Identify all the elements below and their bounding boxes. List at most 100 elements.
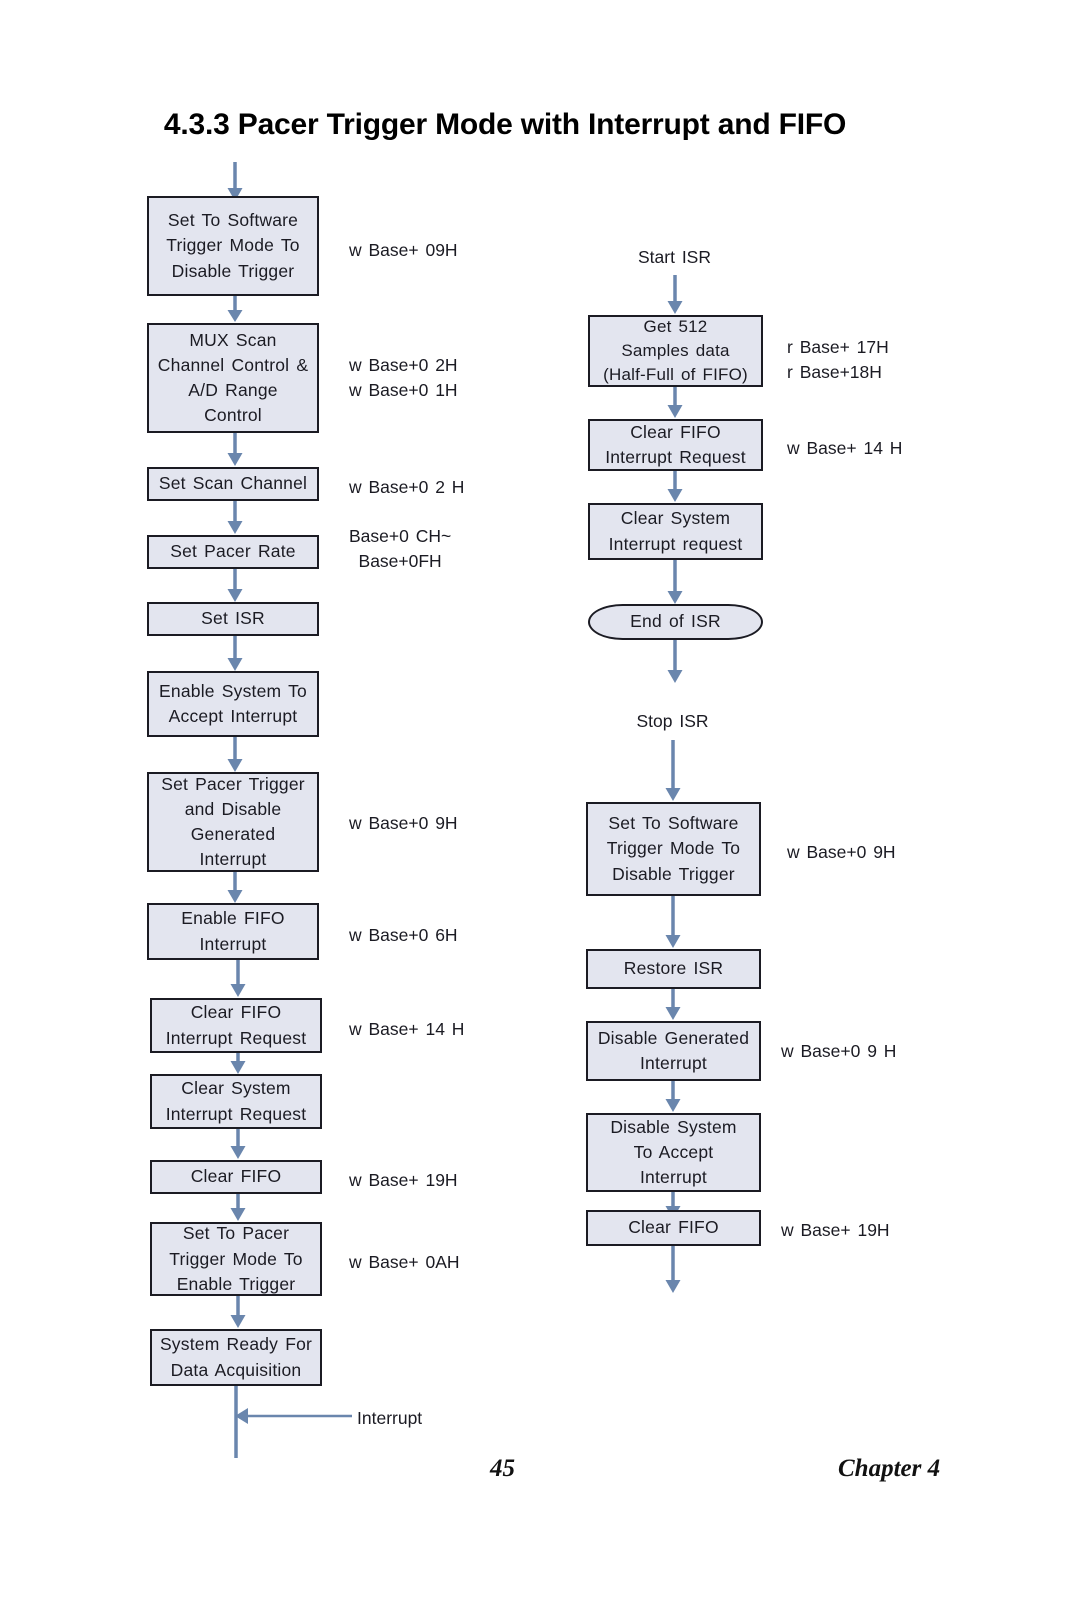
connector-arrow bbox=[225, 569, 245, 603]
note-set-pacer-trigger: w Base+0 9H bbox=[349, 811, 458, 836]
node-line: A/D Range bbox=[188, 380, 278, 400]
note-line: w Base+ 14 H bbox=[787, 438, 903, 458]
note-line: w Base+0 2H bbox=[349, 355, 458, 375]
node-line: Interrupt Request bbox=[165, 1103, 307, 1124]
node-set-pacer-trigger-disable-generated-interrupt[interactable]: Set Pacer Trigger and Disable Generated … bbox=[147, 772, 319, 872]
node-line: Generated bbox=[190, 824, 276, 844]
note-line: w Base+0 9H bbox=[349, 813, 458, 833]
note-line: Start ISR bbox=[638, 247, 711, 267]
note-mux-scan-channel-control: w Base+0 2H w Base+0 1H bbox=[349, 353, 458, 403]
node-line: Set ISR bbox=[201, 608, 265, 629]
node-line: Interrupt request bbox=[608, 533, 743, 554]
connector-arrow bbox=[665, 471, 685, 503]
stop-isr-label: Stop ISR bbox=[585, 709, 760, 734]
node-line: Interrupt bbox=[640, 1167, 707, 1188]
node-system-ready-data-acquisition[interactable]: System Ready For Data Acquisition bbox=[150, 1329, 322, 1386]
node-enable-fifo-interrupt[interactable]: Enable FIFO Interrupt bbox=[147, 903, 319, 960]
node-line: Interrupt bbox=[640, 1053, 707, 1073]
node-line: MUX Scan bbox=[189, 329, 277, 350]
note-line: w Base+ 09H bbox=[349, 240, 458, 260]
node-line: Enable System To bbox=[159, 680, 307, 701]
node-line: Interrupt bbox=[199, 933, 267, 954]
node-clear-fifo[interactable]: Clear FIFO bbox=[150, 1160, 322, 1194]
note-line: Stop ISR bbox=[636, 711, 709, 731]
note-line: w Base+0 9 H bbox=[781, 1041, 897, 1061]
node-line: Set Pacer Trigger bbox=[161, 773, 305, 794]
node-line: Control bbox=[204, 405, 262, 426]
node-set-scan-channel[interactable]: Set Scan Channel bbox=[147, 467, 319, 501]
node-set-pacer-trigger-enable[interactable]: Set To Pacer Trigger Mode To Enable Trig… bbox=[150, 1222, 322, 1296]
node-line: Disable Trigger bbox=[612, 863, 735, 884]
node-clear-system-interrupt-request-isr[interactable]: Clear System Interrupt request bbox=[588, 503, 763, 560]
node-line: Data Acquisition bbox=[170, 1359, 302, 1380]
footer-chapter: Chapter 4 bbox=[838, 1455, 941, 1482]
node-line: Clear FIFO bbox=[190, 1166, 282, 1187]
node-disable-system-accept-interrupt[interactable]: Disable System To Accept Interrupt bbox=[586, 1113, 761, 1192]
node-line: Accept Interrupt bbox=[168, 706, 298, 726]
note-line: w Base+0 6H bbox=[349, 925, 458, 945]
node-restore-isr[interactable]: Restore ISR bbox=[586, 949, 761, 989]
note-line: w Base+ 14 H bbox=[349, 1019, 465, 1039]
connector-arrow bbox=[225, 296, 245, 323]
node-line: Interrupt Request bbox=[605, 447, 746, 467]
node-line: Trigger Mode To bbox=[169, 1248, 303, 1269]
note-line: r Base+ 17H bbox=[787, 337, 889, 357]
node-clear-fifo-interrupt-request[interactable]: Clear FIFO Interrupt Request bbox=[150, 998, 322, 1053]
node-clear-fifo-interrupt-request-isr[interactable]: Clear FIFO Interrupt Request bbox=[588, 419, 763, 471]
note-line: Base+0FH bbox=[358, 551, 442, 572]
node-line: Disable System bbox=[610, 1116, 737, 1137]
note-line: w Base+ 19H bbox=[781, 1220, 890, 1240]
note-set-scan-channel: w Base+0 2 H bbox=[349, 475, 464, 500]
node-disable-generated-interrupt[interactable]: Disable Generated Interrupt bbox=[586, 1021, 761, 1081]
node-line: Set Scan Channel bbox=[158, 473, 308, 494]
node-set-software-trigger-disable[interactable]: Set To Software Trigger Mode To Disable … bbox=[147, 196, 319, 296]
connector-arrow bbox=[665, 640, 685, 685]
node-line: Restore ISR bbox=[623, 958, 724, 979]
node-line: Trigger Mode To bbox=[166, 235, 300, 256]
note-set-software-trigger-disable: w Base+ 09H bbox=[349, 238, 458, 263]
node-line: Clear System bbox=[620, 508, 731, 529]
connector-interrupt-feedback bbox=[226, 1386, 356, 1461]
node-set-pacer-rate[interactable]: Set Pacer Rate bbox=[147, 535, 319, 569]
node-line: System Ready For bbox=[159, 1334, 313, 1355]
note-line: w Base+0 1H bbox=[349, 380, 458, 401]
page-title: 4.3.3 Pacer Trigger Mode with Interrupt … bbox=[163, 108, 847, 141]
node-set-isr[interactable]: Set ISR bbox=[147, 602, 319, 636]
connector-arrow bbox=[228, 1053, 248, 1075]
connector-arrow bbox=[663, 740, 683, 802]
note-set-pacer-rate: Base+0 CH~ Base+0FH bbox=[349, 524, 451, 574]
note-enable-fifo-interrupt: w Base+0 6H bbox=[349, 923, 458, 948]
node-line: Samples data bbox=[621, 340, 730, 360]
start-isr-label: Start ISR bbox=[587, 245, 762, 270]
connector-arrow bbox=[228, 1129, 248, 1160]
connector-arrow bbox=[665, 560, 685, 605]
node-get-512-samples[interactable]: Get 512 Samples data (Half-Full of FIFO) bbox=[588, 315, 763, 387]
note-disable-generated-interrupt: w Base+0 9 H bbox=[781, 1039, 896, 1064]
node-line: Clear FIFO bbox=[630, 421, 721, 442]
connector-arrow bbox=[225, 872, 245, 904]
node-line: Set To Pacer bbox=[182, 1223, 290, 1244]
node-line: and Disable bbox=[184, 798, 282, 819]
note-line: w Base+ 0AH bbox=[349, 1252, 460, 1272]
node-line: End of ISR bbox=[630, 611, 721, 632]
connector-arrow bbox=[228, 1194, 248, 1222]
note-clear-fifo: w Base+ 19H bbox=[349, 1168, 458, 1193]
node-line: Interrupt Request bbox=[165, 1027, 307, 1048]
node-clear-system-interrupt-request[interactable]: Clear System Interrupt Request bbox=[150, 1074, 322, 1129]
node-line: Clear FIFO bbox=[628, 1217, 719, 1238]
node-enable-system-accept-interrupt[interactable]: Enable System To Accept Interrupt bbox=[147, 671, 319, 737]
note-line: w Base+0 2 H bbox=[349, 477, 465, 497]
connector-arrow bbox=[665, 387, 685, 419]
connector-arrow bbox=[663, 1246, 683, 1294]
node-line: Enable Trigger bbox=[176, 1273, 296, 1294]
connector-arrow bbox=[228, 1296, 248, 1329]
node-line: Set To Software bbox=[167, 210, 299, 231]
node-mux-scan-channel-control[interactable]: MUX Scan Channel Control & A/D Range Con… bbox=[147, 323, 319, 433]
document-page: 4.3.3 Pacer Trigger Mode with Interrupt … bbox=[0, 0, 1080, 1618]
node-clear-fifo-stop[interactable]: Clear FIFO bbox=[586, 1210, 761, 1246]
node-end-of-isr[interactable]: End of ISR bbox=[588, 604, 763, 640]
node-line: Disable Trigger bbox=[171, 260, 295, 281]
node-line: Get 512 bbox=[643, 316, 708, 336]
note-line: Interrupt bbox=[357, 1408, 423, 1428]
node-set-software-trigger-disable-stop[interactable]: Set To Software Trigger Mode To Disable … bbox=[586, 802, 761, 896]
